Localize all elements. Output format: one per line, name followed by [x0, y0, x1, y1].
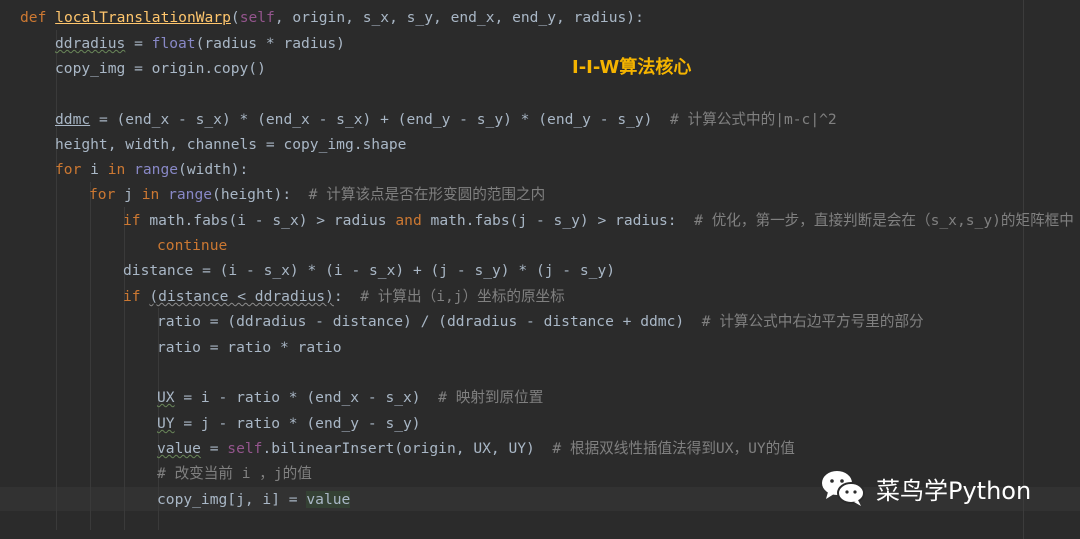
builtin-range: range: [134, 161, 179, 178]
variable: UY: [157, 415, 175, 432]
code-line-13[interactable]: ratio = ratio * ratio: [157, 335, 342, 360]
comment: # 计算该点是否在形变圆的范围之内: [291, 186, 546, 203]
variable: ddradius: [55, 35, 126, 52]
code-line-17[interactable]: # 改变当前 i ，j的值: [157, 461, 312, 486]
code-line-14[interactable]: UX = i - ratio * (end_x - s_x) # 映射到原位置: [157, 385, 543, 410]
comment: # 计算出（i,j）坐标的原坐标: [342, 288, 565, 305]
comment: # 根据双线性插值法得到UX，UY的值: [534, 440, 795, 457]
code-line-11[interactable]: if (distance < ddradius): # 计算出（i,j）坐标的原…: [123, 284, 565, 309]
code-line-5[interactable]: height, width, channels = copy_img.shape: [55, 132, 406, 157]
code-line-9[interactable]: continue: [157, 233, 227, 258]
code-line-16[interactable]: value = self.bilinearInsert(origin, UX, …: [157, 436, 795, 461]
code-line-6[interactable]: for i in range(width):: [55, 157, 248, 182]
comment: # 映射到原位置: [420, 389, 544, 406]
loop-var: i: [81, 161, 108, 178]
expression: math.fabs(j - s_y) > radius:: [421, 212, 677, 229]
statement: ratio = (ddradius - distance) / (ddradiu…: [157, 313, 685, 330]
variable: value: [157, 440, 201, 457]
statement: copy_img[j, i] =: [157, 491, 307, 508]
condition: (distance < ddradius): [149, 288, 334, 305]
expression: = j - ratio * (end_y - s_y): [174, 415, 421, 432]
paren: (: [230, 9, 240, 26]
comment: # 改变当前 i ，j的值: [157, 465, 312, 482]
wechat-icon: [822, 471, 865, 506]
code-line-12[interactable]: ratio = (ddradius - distance) / (ddradiu…: [157, 309, 924, 334]
variable: ddmc: [55, 111, 91, 128]
expression: (height):: [212, 186, 292, 203]
code-editor[interactable]: def localTranslationWarp(self, origin, s…: [0, 0, 1080, 539]
operator: =: [125, 35, 152, 52]
expression: math.fabs(i - s_x) > radius: [140, 212, 396, 229]
code-line-3[interactable]: copy_img = origin.copy(): [55, 56, 266, 81]
code-line-1[interactable]: def localTranslationWarp(self, origin, s…: [20, 5, 644, 30]
keyword-in: in: [107, 161, 126, 178]
self-ref: self: [227, 440, 263, 457]
code-line-7[interactable]: for j in range(height): # 计算该点是否在形变圆的范围之…: [89, 182, 545, 207]
keyword-def: def: [20, 9, 47, 26]
builtin-range: range: [168, 186, 213, 203]
operator: =: [200, 440, 228, 457]
brand-name: 菜鸟学Python: [876, 476, 1032, 505]
params: , origin, s_x, s_y, end_x, end_y, radius…: [274, 9, 644, 26]
keyword-in: in: [141, 186, 160, 203]
self-param: self: [239, 9, 275, 26]
indent-guide: [90, 182, 91, 530]
right-margin-guide: [1023, 0, 1024, 539]
colon: :: [333, 288, 343, 305]
expression: = i - ratio * (end_x - s_x): [174, 389, 421, 406]
statement: ratio = ratio * ratio: [157, 339, 342, 356]
comment: # 优化，第一步，直接判断是会在（s_x,s_y)的矩阵框中: [676, 212, 1074, 229]
comment: # 计算公式中右边平方号里的部分: [684, 313, 924, 330]
expression: = (end_x - s_x) * (end_x - s_x) + (end_y…: [90, 111, 653, 128]
code-line-4[interactable]: ddmc = (end_x - s_x) * (end_x - s_x) + (…: [55, 107, 837, 132]
code-line-8[interactable]: if math.fabs(i - s_x) > radius and math.…: [123, 208, 1074, 233]
comment: # 计算公式中的|m-c|^2: [652, 111, 837, 128]
code-line-10[interactable]: distance = (i - s_x) * (i - s_x) + (j - …: [123, 258, 615, 283]
function-name: localTranslationWarp: [55, 9, 231, 26]
statement: distance = (i - s_x) * (i - s_x) + (j - …: [123, 262, 616, 279]
code-line-18[interactable]: copy_img[j, i] = value: [157, 487, 351, 512]
keyword-for: for: [55, 161, 82, 178]
indent-guide: [56, 30, 57, 530]
indent-guide: [124, 207, 125, 530]
builtin-float: float: [151, 35, 196, 52]
statement: copy_img = origin.copy(): [55, 60, 266, 77]
annotation-label: I-I-W算法核心: [572, 57, 692, 78]
keyword-if: if: [123, 288, 141, 305]
variable: UX: [157, 389, 175, 406]
expression: .bilinearInsert(origin, UX, UY): [262, 440, 535, 457]
watermark-brand: 菜鸟学Python: [820, 468, 1031, 508]
code-line-15[interactable]: UY = j - ratio * (end_y - s_y): [157, 411, 421, 436]
keyword-if: if: [123, 212, 141, 229]
keyword-continue: continue: [157, 237, 228, 254]
code-line-2[interactable]: ddradius = float(radius * radius): [55, 31, 345, 56]
expression: (width):: [178, 161, 249, 178]
keyword-for: for: [89, 186, 116, 203]
loop-var: j: [115, 186, 142, 203]
expression: (radius * radius): [195, 35, 345, 52]
keyword-and: and: [395, 212, 422, 229]
highlighted-value: value: [306, 491, 351, 508]
statement: height, width, channels = copy_img.shape: [55, 136, 407, 153]
